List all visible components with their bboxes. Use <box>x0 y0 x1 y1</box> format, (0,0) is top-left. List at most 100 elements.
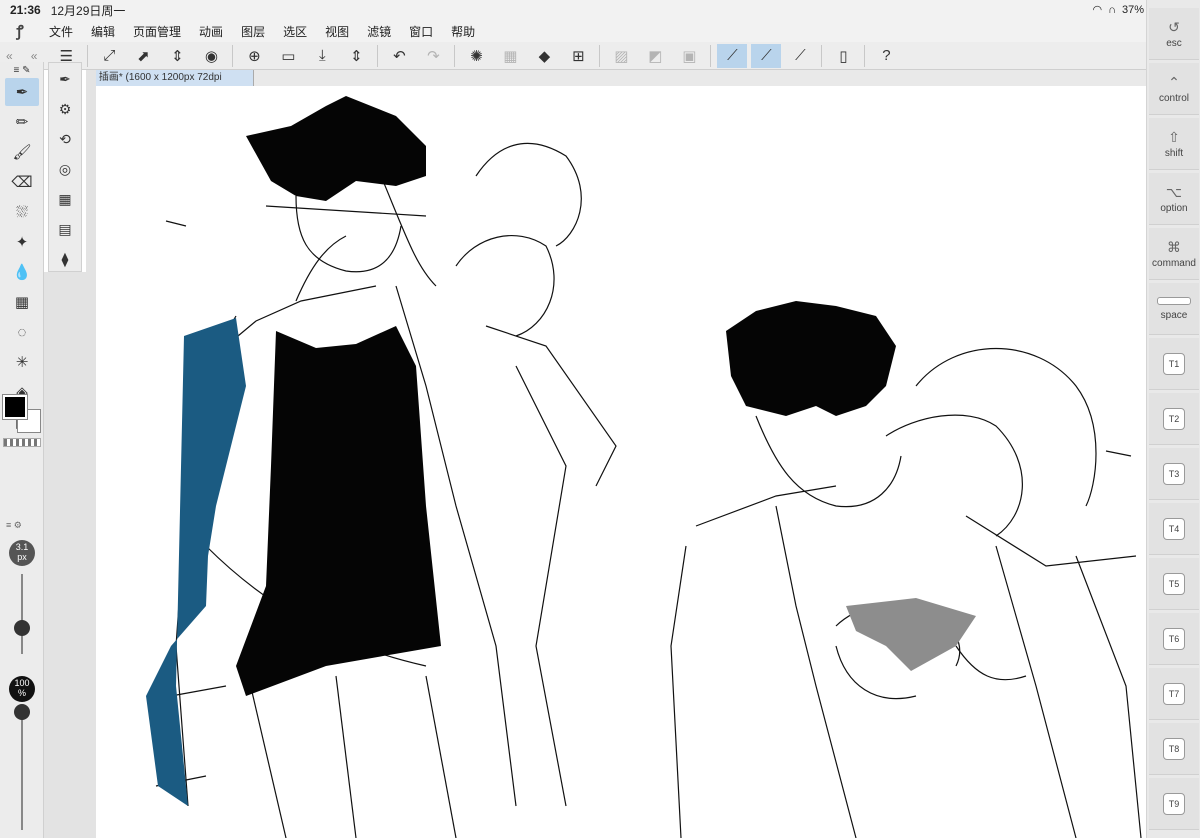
key-esc[interactable]: ↺ esc <box>1149 8 1199 60</box>
key-command[interactable]: ⌘ command <box>1149 228 1199 280</box>
status-bar: 21:36 12月29日周一 ◠ ∩ 37% <box>0 0 1200 20</box>
menu-page-management[interactable]: 页面管理 <box>124 23 190 40</box>
updown-chevron-2-icon[interactable]: ⇕ <box>341 44 371 68</box>
brush-tool-icon[interactable]: 🖌 <box>5 138 39 166</box>
sketch-stroke <box>955 645 1027 681</box>
battery-percent: 37% <box>1121 3 1144 16</box>
key-t5[interactable]: T5 <box>1149 558 1199 610</box>
sparkle-tool-icon[interactable]: ✦ <box>5 228 39 256</box>
color-well[interactable] <box>2 394 45 437</box>
selection-border-icon[interactable]: ▣ <box>674 44 704 68</box>
open-folder-icon[interactable]: ▭ <box>273 44 303 68</box>
vertical-scroll-area[interactable] <box>86 70 96 838</box>
clear-selection-icon[interactable]: ▦ <box>495 44 525 68</box>
sketch-stroke <box>775 505 857 838</box>
grid-snap-icon[interactable]: ⟋ <box>785 44 815 68</box>
key-t4-label: T4 <box>1163 517 1185 540</box>
menu-edit[interactable]: 编辑 <box>82 23 124 40</box>
brush-size-slider-track[interactable] <box>21 574 23 654</box>
menu-view[interactable]: 视图 <box>316 23 358 40</box>
key-t8[interactable]: T8 <box>1149 723 1199 775</box>
menu-window[interactable]: 窗口 <box>400 23 442 40</box>
ruler-snap-icon[interactable]: ⟋ <box>717 43 748 68</box>
sub-tool-layers-icon[interactable]: ▦ <box>49 185 81 213</box>
pen-tool-icon[interactable]: ✒ <box>5 78 39 106</box>
redo-icon[interactable]: ↷ <box>418 44 448 68</box>
sketch-stroke <box>670 545 687 838</box>
updown-chevron-icon[interactable]: ⇕ <box>162 44 192 68</box>
fit-canvas-icon[interactable]: ⤢ <box>94 44 124 68</box>
deselect-icon[interactable]: ▨ <box>606 44 636 68</box>
companion-app-icon[interactable]: ◉ <box>196 44 226 68</box>
new-file-icon[interactable]: ⊕ <box>239 44 269 68</box>
headphones-icon: ∩ <box>1108 3 1116 16</box>
key-t8-label: T8 <box>1163 737 1185 760</box>
wifi-icon: ◠ <box>1092 4 1103 16</box>
help-icon[interactable]: ? <box>871 44 901 68</box>
key-control-label: control <box>1158 92 1189 104</box>
eraser-tool-icon[interactable]: ⌫ <box>5 168 39 196</box>
menu-layer[interactable]: 图层 <box>232 23 274 40</box>
invert-selection-icon[interactable]: ◩ <box>640 44 670 68</box>
transparent-color-swatch[interactable] <box>3 438 41 447</box>
sub-tool-settings-icon[interactable]: ⚙ <box>49 95 81 123</box>
key-t7[interactable]: T7 <box>1149 668 1199 720</box>
save-icon[interactable]: ⤓ <box>307 44 337 68</box>
blend-tool-icon[interactable]: ⛆ <box>5 198 39 226</box>
sub-tool-film-icon[interactable]: ▤ <box>49 215 81 243</box>
key-t4[interactable]: T4 <box>1149 503 1199 555</box>
key-control[interactable]: ⌃ control <box>1149 63 1199 115</box>
brush-settings-icon[interactable]: ≡ ⚙ <box>6 520 22 531</box>
key-space[interactable]: space <box>1149 283 1199 335</box>
sub-tool-pen-icon[interactable]: ✒ <box>49 65 81 93</box>
app-logo-icon[interactable]: ꝭ <box>0 21 40 41</box>
sketch-stroke <box>965 515 1137 567</box>
menu-file[interactable]: 文件 <box>40 23 82 40</box>
drawing-canvas[interactable] <box>96 86 1146 838</box>
menu-help[interactable]: 帮助 <box>442 23 484 40</box>
transform-icon[interactable]: ⬈ <box>128 44 158 68</box>
key-t9[interactable]: T9 <box>1149 778 1199 830</box>
grid-tool-icon[interactable]: ▦ <box>5 288 39 316</box>
key-t1[interactable]: T1 <box>1149 338 1199 390</box>
magic-wand-tool-icon[interactable]: ✳ <box>5 348 39 376</box>
opacity-slider-track[interactable] <box>21 710 23 830</box>
pencil-tool-icon[interactable]: ✏ <box>5 108 39 136</box>
palette-menu-icon[interactable]: ≡ ✎ <box>5 64 39 76</box>
divider <box>599 44 601 67</box>
lasso-tool-icon[interactable]: ◌ <box>5 318 39 346</box>
collapse-left-2-icon[interactable]: « <box>31 49 38 63</box>
main-color-swatch[interactable] <box>2 394 28 420</box>
sketch-stroke <box>455 235 555 337</box>
collapse-left-icon[interactable]: « <box>6 49 13 63</box>
smartphone-icon[interactable]: ▯ <box>828 44 858 68</box>
key-t6-label: T6 <box>1163 627 1185 650</box>
key-shift[interactable]: ⇧ shift <box>1149 118 1199 170</box>
key-t3[interactable]: T3 <box>1149 448 1199 500</box>
sketch-stroke <box>515 365 567 807</box>
loading-spinner-icon[interactable]: ✺ <box>461 44 491 68</box>
key-t2[interactable]: T2 <box>1149 393 1199 445</box>
menu-animation[interactable]: 动画 <box>190 23 232 40</box>
key-command-label: command <box>1152 257 1196 269</box>
fill-bucket-icon[interactable]: ◆ <box>529 44 559 68</box>
key-t6[interactable]: T6 <box>1149 613 1199 665</box>
sub-tool-drops-icon[interactable]: ⧫ <box>49 245 81 273</box>
sketch-stroke <box>885 414 1023 537</box>
key-t1-label: T1 <box>1163 352 1185 375</box>
document-tab[interactable]: ● 插画* (1600 x 1200px 72dpi 154.2%) <box>86 70 254 99</box>
sub-tool-rotate-icon[interactable]: ⟲ <box>49 125 81 153</box>
crop-icon[interactable]: ⊞ <box>563 44 593 68</box>
edge-keyboard-panel: ↺ esc ⌃ control ⇧ shift ⌥ option ⌘ comma… <box>1146 0 1200 838</box>
menu-selection[interactable]: 选区 <box>274 23 316 40</box>
key-shift-label: shift <box>1164 147 1184 159</box>
opacity-slider-knob[interactable] <box>14 704 30 720</box>
drop-tool-icon[interactable]: 💧 <box>5 258 39 286</box>
key-t7-label: T7 <box>1163 682 1185 705</box>
menu-filter[interactable]: 滤镜 <box>358 23 400 40</box>
key-option[interactable]: ⌥ option <box>1149 173 1199 225</box>
brush-size-slider-knob[interactable] <box>14 620 30 636</box>
undo-icon[interactable]: ↶ <box>384 44 414 68</box>
special-ruler-snap-icon[interactable]: ⟋ <box>751 43 782 68</box>
sub-tool-circle-icon[interactable]: ◎ <box>49 155 81 183</box>
